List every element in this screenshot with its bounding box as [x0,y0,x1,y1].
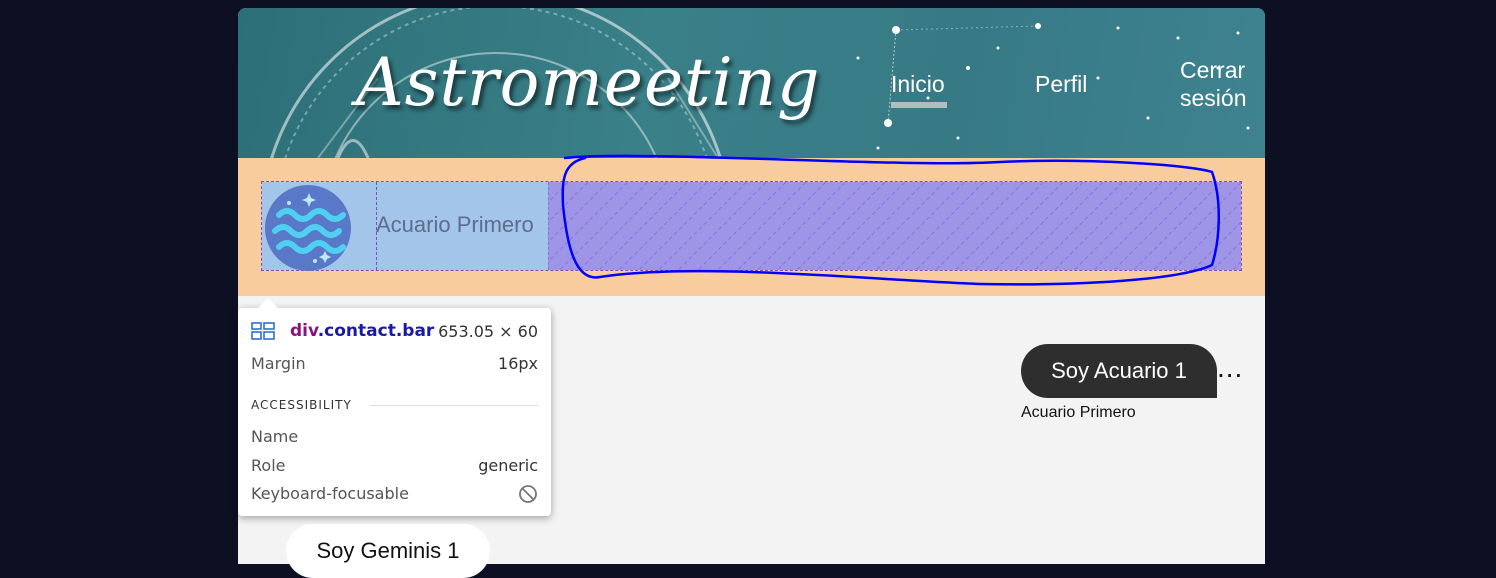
name-label: Name [251,427,299,446]
contact-bar[interactable]: Acuario Primero [261,181,1242,271]
nav-inicio[interactable]: Inicio [891,70,947,108]
margin-row: Margin 16px [251,354,538,373]
avatar-cell [262,182,377,271]
accessibility-heading: ACCESSIBILITY [251,398,352,412]
message-options-button[interactable]: ... [1217,352,1243,384]
element-tag: div [290,321,318,341]
message-sender: Acuario Primero [1021,404,1136,421]
margin-label: Margin [251,354,306,373]
devtools-inspector-tooltip: div.contact.bar 653.05 × 60 Margin 16px … [238,298,551,516]
active-underline [891,102,947,108]
nav-inicio-label: Inicio [891,71,945,97]
contact-area: Acuario Primero [238,158,1265,296]
role-row: Role generic [251,456,538,475]
devtools-highlight-hatch [548,182,1241,270]
aquarius-icon [265,185,351,271]
logo[interactable]: Astromeeting [356,50,820,116]
contact-info: Acuario Primero [262,182,548,271]
element-class: .contact.bar [317,321,435,341]
nav-cerrar-sesion[interactable]: Cerrar sesión [1180,56,1260,112]
nav-perfil[interactable]: Perfil [1035,70,1087,98]
margin-value: 16px [498,354,538,373]
message-bubble-sent[interactable]: Soy Acuario 1 [1021,344,1217,398]
role-value: generic [478,456,538,475]
element-selector: div.contact.bar [290,321,434,341]
tooltip-arrow [258,298,278,308]
aquarius-icon-graphic [272,193,346,263]
element-size: 653.05 × 60 [438,322,538,341]
name-row: Name [251,427,538,446]
focusable-label: Keyboard-focusable [251,484,409,503]
not-allowed-icon [519,485,537,503]
section-divider [370,405,538,406]
focusable-row: Keyboard-focusable [251,484,538,503]
role-label: Role [251,456,286,475]
grid-layout-icon [251,322,275,340]
message-bubble-received[interactable]: Soy Geminis 1 [286,524,490,578]
header: Astromeeting Inicio Perfil Cerrar sesión [238,8,1265,158]
contact-name: Acuario Primero [376,212,534,237]
